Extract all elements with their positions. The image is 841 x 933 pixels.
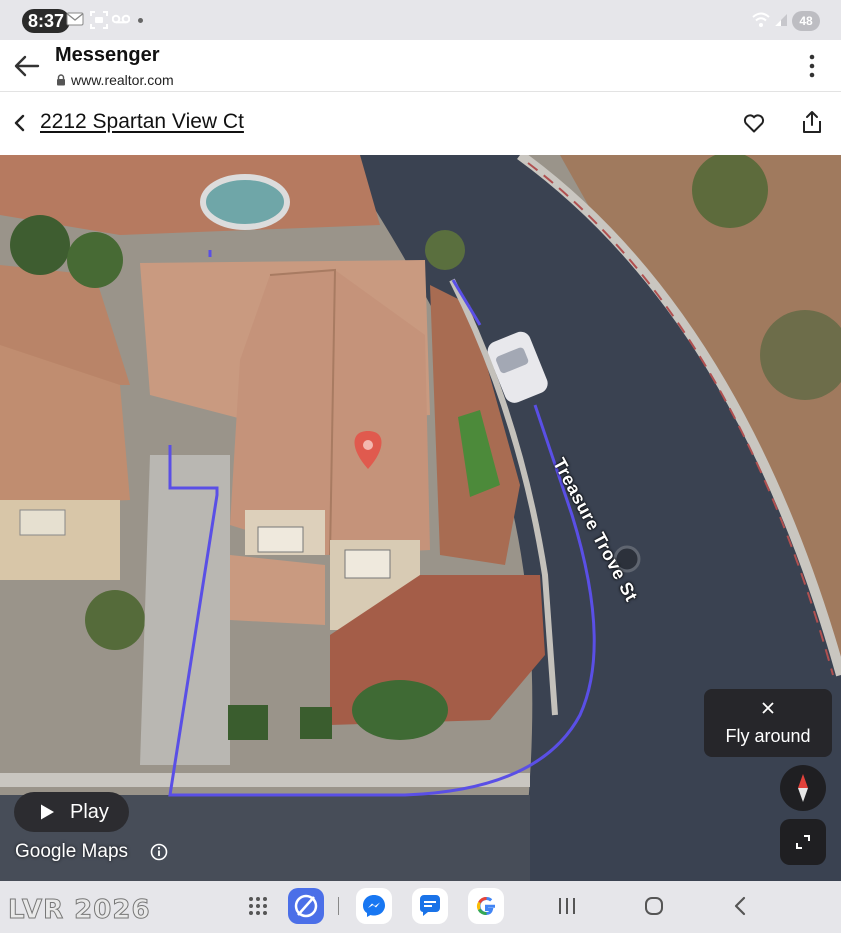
dock-separator	[338, 897, 339, 915]
page-url: www.realtor.com	[56, 72, 174, 88]
watermark: LVR 2026	[8, 895, 151, 926]
lock-icon	[57, 74, 65, 86]
messenger-icon	[363, 895, 385, 917]
signal-icon	[775, 14, 787, 26]
messages-icon	[420, 895, 440, 916]
notification-dot	[138, 18, 143, 23]
system-nav-bar: LVR 2026	[0, 881, 841, 933]
map-attribution: Google Maps	[15, 841, 129, 862]
more-options-icon[interactable]	[804, 52, 820, 80]
browser-app[interactable]	[288, 888, 324, 924]
fullscreen-button[interactable]	[780, 819, 826, 865]
app-title: Messenger	[55, 44, 160, 66]
play-label: Play	[70, 800, 109, 823]
info-icon[interactable]	[150, 843, 168, 861]
compass-icon	[798, 774, 808, 802]
fly-around-card[interactable]: Fly around	[704, 689, 832, 757]
aerial-map[interactable]: Treasure Trove St Play Google Maps Fly a…	[0, 155, 841, 881]
back-icon[interactable]	[723, 888, 759, 924]
play-icon	[41, 804, 54, 820]
fly-around-label: Fly around	[725, 726, 811, 746]
battery-level: 48	[792, 11, 820, 31]
voicemail-icon	[112, 14, 130, 24]
browser-icon	[294, 894, 318, 918]
listing-address[interactable]: 2212 Spartan View Ct	[40, 110, 244, 134]
mail-icon	[66, 12, 84, 26]
back-arrow-icon[interactable]	[12, 52, 42, 80]
close-icon[interactable]	[761, 701, 775, 715]
compass-button[interactable]	[780, 765, 826, 811]
home-icon[interactable]	[636, 888, 672, 924]
play-button[interactable]: Play	[14, 792, 129, 832]
status-bar: 8:37 48	[0, 0, 841, 40]
google-app[interactable]	[468, 888, 504, 924]
status-time: 8:37	[22, 9, 71, 33]
share-icon[interactable]	[800, 109, 824, 135]
expand-icon	[796, 835, 810, 849]
listing-header: 2212 Spartan View Ct	[0, 93, 841, 155]
heart-icon[interactable]	[742, 111, 766, 135]
wifi-icon	[752, 12, 770, 27]
aerial-imagery	[0, 155, 841, 881]
recents-icon[interactable]	[549, 888, 585, 924]
url-text: www.realtor.com	[71, 72, 174, 88]
app-drawer-icon[interactable]	[240, 888, 276, 924]
messages-app[interactable]	[412, 888, 448, 924]
google-icon	[476, 896, 495, 916]
messenger-app[interactable]	[356, 888, 392, 924]
chevron-left-icon[interactable]	[12, 113, 28, 133]
app-bar: Messenger www.realtor.com	[0, 40, 841, 92]
screen-record-icon	[90, 11, 108, 29]
